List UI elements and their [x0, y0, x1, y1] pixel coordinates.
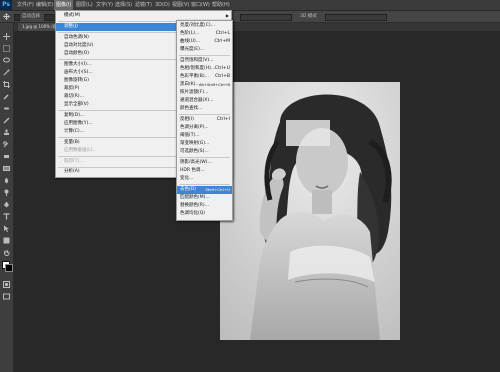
adjust-item-channel-mixer[interactable]: 通道混合器(X)...	[177, 97, 232, 105]
adjust-item-invert[interactable]: 反相(I) Ctrl+I	[177, 116, 232, 124]
3d-tools[interactable]	[325, 14, 387, 21]
3d-mode-label: 3D 模式	[300, 14, 317, 19]
move-tool-icon[interactable]	[3, 13, 10, 20]
adjust-menu: 亮度/对比度(C)... 色阶(L)... Ctrl+L 曲线(U)... Ctrl…	[176, 20, 233, 221]
screen-mode-icon[interactable]	[3, 293, 10, 300]
align-buttons[interactable]	[240, 14, 292, 21]
menu-item-mode[interactable]: 模式(M) ▶	[56, 12, 231, 20]
adjust-item-photo-filter[interactable]: 照片滤镜(F)...	[177, 89, 232, 97]
adjust-item-posterize[interactable]: 色调分离(P)...	[177, 124, 232, 132]
menu-help[interactable]: 帮助(H)	[210, 0, 232, 10]
adjust-item-black-white[interactable]: 黑白(K)... Alt+Shift+Ctrl+B	[177, 81, 232, 89]
adjust-item-hdr-toning[interactable]: HDR 色调...	[177, 167, 232, 175]
adjust-item-brightness-contrast[interactable]: 亮度/对比度(C)...	[177, 22, 232, 30]
adjust-item-shadows-highlights[interactable]: 阴影/高光(W)...	[177, 159, 232, 167]
menu-separator	[179, 184, 230, 185]
adjust-item-replace-color[interactable]: 替换颜色(R)...	[177, 202, 232, 210]
adjust-item-exposure[interactable]: 曝光度(E)...	[177, 46, 232, 54]
auto-select-checkbox[interactable]	[14, 14, 20, 21]
adjust-item-vibrance[interactable]: 自然饱和度(V)...	[177, 57, 232, 65]
canvas-photo[interactable]	[220, 82, 400, 340]
healing-brush-icon[interactable]	[3, 105, 10, 112]
adjust-item-variations[interactable]: 变化...	[177, 175, 232, 183]
gradient-icon[interactable]	[3, 165, 10, 172]
menu-separator	[179, 157, 230, 158]
adjust-item-hue-saturation[interactable]: 色相/饱和度(H)... Ctrl+U	[177, 65, 232, 73]
lasso-icon[interactable]	[3, 57, 10, 64]
dodge-icon[interactable]	[3, 189, 10, 196]
blur-icon[interactable]	[3, 177, 10, 184]
pen-icon[interactable]	[3, 201, 10, 208]
brush-icon[interactable]	[3, 117, 10, 124]
menu-select[interactable]: 选择(S)	[113, 0, 134, 10]
menu-layer[interactable]: 图层(L)	[74, 0, 95, 10]
background-color-swatch[interactable]	[5, 264, 13, 272]
menu-file[interactable]: 文件(F)	[15, 0, 36, 10]
quick-mask-icon[interactable]	[3, 281, 10, 288]
menu-3d[interactable]: 3D(D)	[153, 0, 172, 10]
type-icon[interactable]	[3, 213, 10, 220]
menu-type[interactable]: 文字(Y)	[94, 0, 115, 10]
adjust-item-threshold[interactable]: 阈值(T)...	[177, 132, 232, 140]
path-selection-icon[interactable]	[3, 225, 10, 232]
hand-icon[interactable]	[3, 249, 10, 256]
adjust-item-gradient-map[interactable]: 渐变映射(G)...	[177, 140, 232, 148]
photoshop-logo: Ps	[0, 0, 12, 10]
adjust-item-equalize[interactable]: 色调均化(Q)	[177, 210, 232, 218]
quick-select-icon[interactable]	[3, 69, 10, 76]
auto-select-label: 自动选择	[22, 14, 40, 19]
tools-panel	[0, 23, 14, 372]
shape-icon[interactable]	[3, 237, 10, 244]
menu-filter[interactable]: 滤镜(T)	[133, 0, 154, 10]
eraser-icon[interactable]	[3, 153, 10, 160]
adjust-item-selective-color[interactable]: 可选颜色(S)...	[177, 148, 232, 156]
history-brush-icon[interactable]	[3, 141, 10, 148]
adjust-item-levels[interactable]: 色阶(L)... Ctrl+L	[177, 30, 232, 38]
adjust-item-desaturate[interactable]: 去色(D) Shift+Ctrl+U	[177, 186, 232, 194]
eyedropper-icon[interactable]	[3, 93, 10, 100]
move-icon[interactable]	[3, 33, 10, 40]
marquee-icon[interactable]	[3, 45, 10, 52]
crop-icon[interactable]	[3, 81, 10, 88]
menu-separator	[179, 55, 230, 56]
menu-window[interactable]: 窗口(W)	[189, 0, 212, 10]
clone-stamp-icon[interactable]	[3, 129, 10, 136]
adjust-item-match-color[interactable]: 匹配颜色(M)...	[177, 194, 232, 202]
menu-image[interactable]: 图像(I)	[54, 0, 74, 10]
adjust-item-curves[interactable]: 曲线(U)... Ctrl+M	[177, 38, 232, 46]
menu-separator	[179, 114, 230, 115]
adjust-item-color-lookup[interactable]: 颜色查找...	[177, 105, 232, 113]
menu-edit[interactable]: 编辑(E)	[34, 0, 55, 10]
adjust-item-color-balance[interactable]: 色彩平衡(B)... Ctrl+B	[177, 73, 232, 81]
